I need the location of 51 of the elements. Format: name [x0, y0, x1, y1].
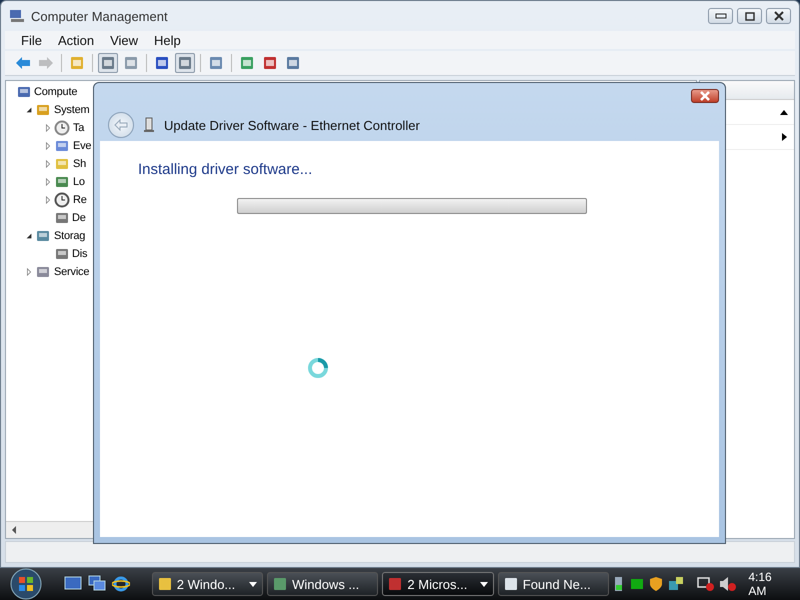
- menu-item[interactable]: Action: [50, 32, 102, 48]
- minimize-icon: [714, 13, 726, 19]
- status-heading: Installing driver software...: [138, 161, 314, 178]
- browser-icon[interactable]: [112, 575, 130, 593]
- back-arrow-icon: [114, 119, 128, 131]
- tree-item[interactable]: Storag: [54, 230, 86, 242]
- clock[interactable]: 4:16 AM: [748, 570, 792, 598]
- caret-icon: [480, 582, 488, 586]
- forward-arrow-icon: [38, 55, 54, 71]
- tree-item[interactable]: De: [72, 212, 86, 224]
- close-button[interactable]: [766, 8, 791, 24]
- tree-item[interactable]: Service: [54, 266, 90, 278]
- menu-item[interactable]: View: [102, 32, 146, 48]
- dialog-title: Update Driver Software - Ethernet Controller: [164, 118, 420, 132]
- clock-icon: [54, 120, 70, 136]
- maximize-button[interactable]: [737, 8, 762, 24]
- tree-item[interactable]: Dis: [72, 248, 88, 260]
- collapse-arrow-icon[interactable]: [25, 106, 33, 114]
- tree-item[interactable]: Sh: [73, 158, 86, 170]
- toolbar-button[interactable]: [175, 53, 195, 73]
- speaker-muted-icon[interactable]: [719, 576, 738, 592]
- maximize-icon: [744, 12, 754, 20]
- toolbar-button[interactable]: [98, 53, 118, 73]
- close-icon: [699, 91, 711, 101]
- caret-icon: [249, 582, 258, 586]
- busy-spinner-icon: [307, 357, 329, 379]
- taskbar-button[interactable]: Found Ne...: [498, 572, 610, 596]
- taskbar-button[interactable]: 2 Micros...: [382, 572, 494, 596]
- collapse-arrow-icon[interactable]: [780, 109, 788, 115]
- tree-item[interactable]: Compute: [34, 86, 78, 98]
- desktop-icon[interactable]: [64, 575, 82, 591]
- close-button[interactable]: [691, 89, 719, 103]
- tree-item[interactable]: Lo: [73, 176, 85, 188]
- menu-item[interactable]: Help: [146, 32, 189, 48]
- minimize-button[interactable]: [708, 8, 733, 24]
- scroll-left-icon[interactable]: [11, 526, 17, 534]
- taskbar-button[interactable]: Windows ...: [267, 572, 378, 596]
- shield-icon[interactable]: [648, 576, 663, 592]
- close-icon: [774, 11, 784, 21]
- menu-item[interactable]: File: [13, 32, 50, 48]
- tree-item[interactable]: Ta: [73, 122, 84, 134]
- back-arrow-icon: [15, 55, 31, 71]
- start-orb-icon: [10, 568, 42, 600]
- tree-item[interactable]: Re: [73, 194, 87, 206]
- tree-item[interactable]: Eve: [73, 140, 92, 152]
- taskbar-button[interactable]: 2 Windo...: [152, 572, 264, 596]
- tree-item[interactable]: System: [54, 104, 90, 116]
- windows-switch-icon[interactable]: [88, 575, 106, 591]
- collapse-arrow-icon[interactable]: [25, 232, 33, 240]
- expand-arrow-icon[interactable]: [782, 133, 788, 141]
- window-title: Computer Management: [31, 8, 168, 24]
